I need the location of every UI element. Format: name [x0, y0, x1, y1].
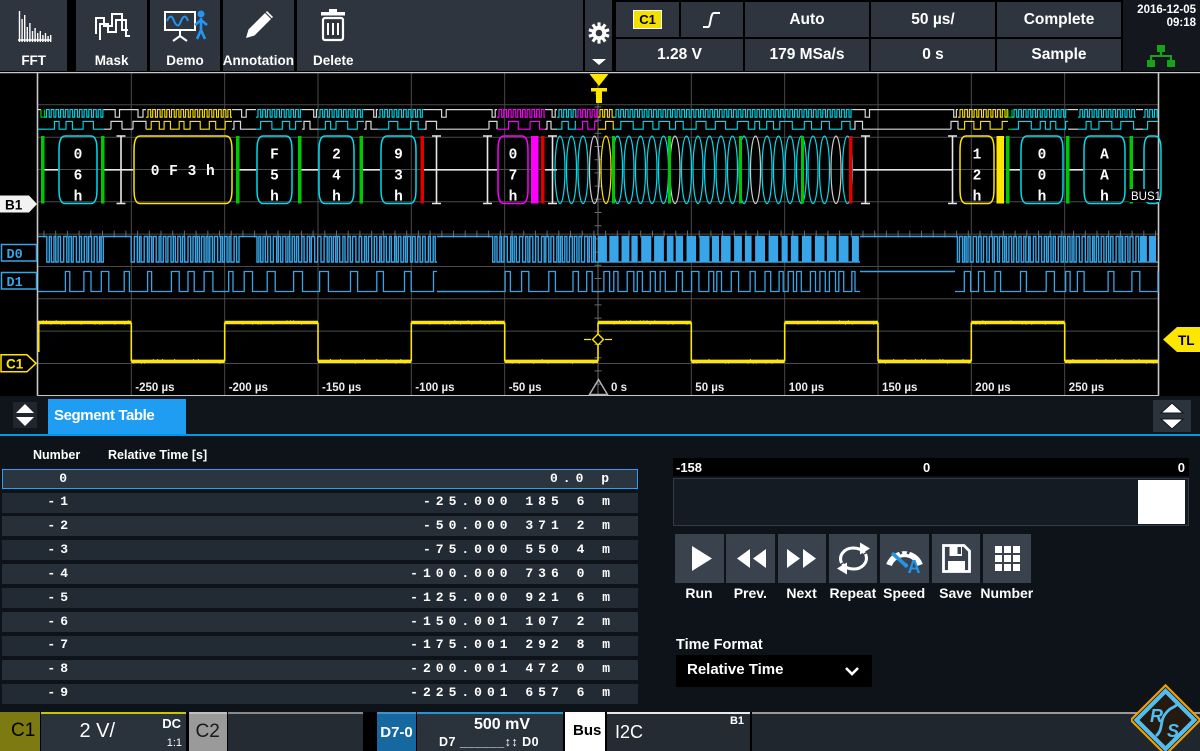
svg-text:A: A [1100, 169, 1109, 185]
svg-text:A: A [1100, 148, 1109, 164]
svg-text:0: 0 [509, 148, 518, 164]
svg-text:1: 1 [973, 148, 982, 164]
svg-text:0 F 3 h: 0 F 3 h [151, 164, 215, 180]
svg-text:6: 6 [74, 169, 83, 185]
svg-text:50 µs: 50 µs [695, 382, 724, 394]
svg-text:D1: D1 [7, 276, 23, 291]
svg-text:0: 0 [74, 148, 83, 164]
svg-text:h: h [1100, 190, 1109, 206]
svg-text:B1: B1 [5, 198, 23, 213]
svg-text:-250 µs: -250 µs [135, 382, 174, 394]
svg-text:-50 µs: -50 µs [509, 382, 542, 394]
svg-text:9: 9 [394, 148, 403, 164]
svg-text:h: h [332, 190, 341, 206]
svg-text:C1: C1 [6, 356, 24, 371]
svg-text:BUS1: BUS1 [1131, 191, 1161, 203]
svg-text:h: h [973, 190, 982, 206]
svg-text:100 µs: 100 µs [789, 382, 824, 394]
svg-text:250 µs: 250 µs [1069, 382, 1104, 394]
svg-text:7: 7 [509, 169, 518, 185]
svg-text:h: h [74, 190, 83, 206]
svg-text:150 µs: 150 µs [882, 382, 917, 394]
svg-text:0: 0 [1038, 169, 1047, 185]
svg-text:F: F [270, 148, 279, 164]
svg-text:5: 5 [270, 169, 279, 185]
svg-text:200 µs: 200 µs [975, 382, 1010, 394]
svg-text:0: 0 [1038, 148, 1047, 164]
svg-text:2: 2 [973, 169, 982, 185]
svg-text:S: S [1167, 721, 1179, 741]
svg-text:h: h [270, 190, 279, 206]
svg-text:2: 2 [332, 148, 341, 164]
svg-text:0 s: 0 s [611, 382, 627, 394]
svg-text:h: h [509, 190, 518, 206]
svg-text:-150 µs: -150 µs [322, 382, 361, 394]
svg-text:-200 µs: -200 µs [229, 382, 268, 394]
svg-text:A: A [908, 557, 921, 577]
svg-text:h: h [1038, 190, 1047, 206]
svg-text:-100 µs: -100 µs [415, 382, 454, 394]
svg-text:h: h [394, 190, 403, 206]
svg-text:3: 3 [394, 169, 403, 185]
svg-text:4: 4 [332, 169, 341, 185]
svg-text:D0: D0 [7, 248, 23, 263]
svg-text:TL: TL [1178, 333, 1195, 348]
svg-text:R: R [1150, 706, 1163, 726]
